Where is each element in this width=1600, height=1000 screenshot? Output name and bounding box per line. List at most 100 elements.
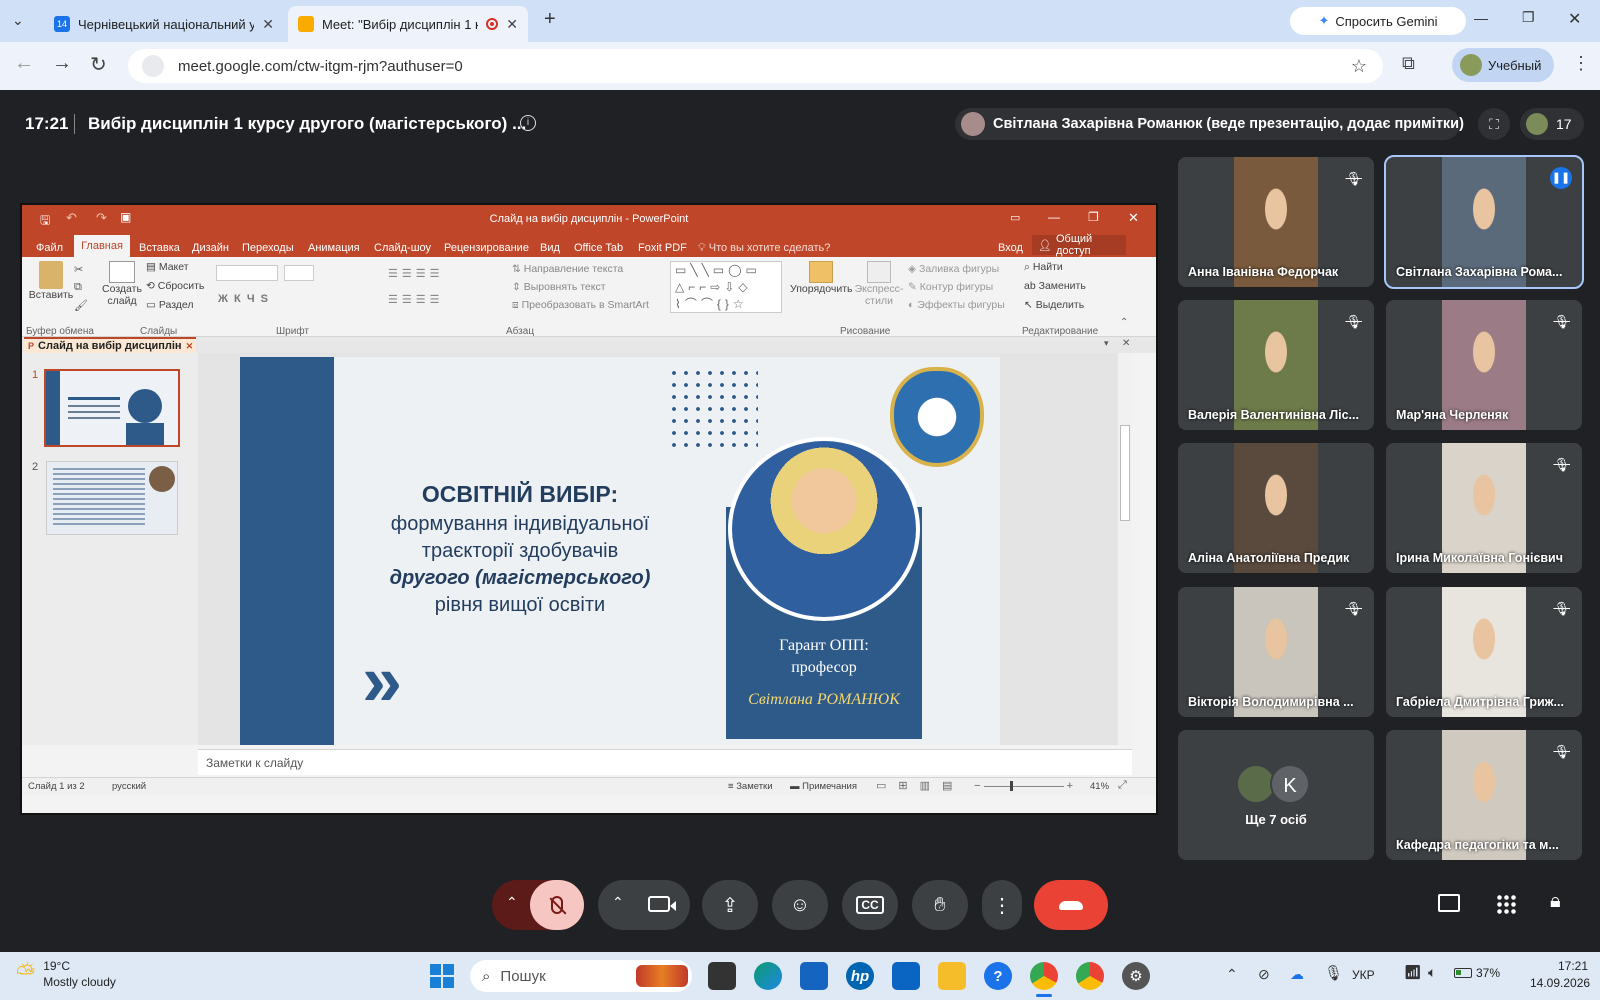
participant-tile[interactable]: 🎙︎ Ірина Миколаївна Гонієвич	[1386, 443, 1582, 573]
participants-button[interactable]: 17	[1520, 108, 1584, 140]
chat-icon[interactable]	[1438, 894, 1460, 912]
paragraph-list-icons[interactable]: ☰☰☰☰	[388, 267, 443, 280]
tray-onedrive-icon[interactable]: ☁︎	[1290, 966, 1304, 983]
ribbon-tab-insert[interactable]: Вставка	[139, 242, 180, 254]
clock[interactable]: 17:21 14.09.2026	[1530, 958, 1590, 992]
tell-me-search[interactable]: 💡︎ Что вы хотите сделать?	[698, 242, 830, 255]
start-button[interactable]	[430, 964, 454, 988]
profile-button[interactable]: Учебный	[1452, 48, 1554, 82]
comments-toggle[interactable]: ▬ Примечания	[790, 781, 857, 792]
tab-list-icon[interactable]: ▾	[1104, 338, 1109, 349]
settings-gear-icon[interactable]: ⚙	[1122, 962, 1150, 990]
tray-chevron-icon[interactable]: ⌃	[1226, 966, 1238, 983]
leave-call-button[interactable]	[1034, 880, 1108, 930]
taskbar-search[interactable]: ⌕ Пошук	[470, 960, 692, 992]
tray-wifi-icon[interactable]: 📶︎	[1404, 964, 1422, 981]
participant-tile[interactable]: 🎙︎ Кафедра педагогіки та м...	[1386, 730, 1582, 860]
tray-volume-icon[interactable]: 🔈︎	[1428, 964, 1436, 981]
ribbon-display-icon[interactable]: ▭	[1010, 211, 1020, 224]
mic-muted-button[interactable]	[530, 880, 584, 930]
captions-button[interactable]: CC	[842, 880, 898, 930]
participant-tile[interactable]: 🎙︎ Валерія Валентинівна Ліс...	[1178, 300, 1374, 430]
font-size-box[interactable]	[284, 265, 314, 281]
arrange-button[interactable]: Упорядочить	[790, 261, 852, 295]
find-button[interactable]: ⌕ Найти	[1024, 261, 1063, 274]
copy-icon[interactable]: ⧉	[74, 281, 82, 294]
close-tab-icon[interactable]: ✕	[262, 16, 274, 33]
ribbon-tab-officetab[interactable]: Office Tab	[574, 242, 623, 254]
host-controls-icon[interactable]: 🔒︎	[1550, 890, 1561, 913]
replace-button[interactable]: ab Заменить	[1024, 280, 1086, 292]
ribbon-tab-foxit[interactable]: Foxit PDF	[638, 242, 687, 254]
smartart-button[interactable]: ⧈ Преобразовать в SmartArt	[512, 299, 649, 312]
ribbon-tab-file[interactable]: Файл	[36, 242, 63, 254]
meeting-info-icon[interactable]: i	[520, 115, 536, 131]
bookmark-star-icon[interactable]: ☆	[1351, 56, 1367, 77]
signin-link[interactable]: Вход	[998, 242, 1023, 254]
align-text-button[interactable]: ⇕ Выровнять текст	[512, 281, 606, 293]
shape-effects-button[interactable]: ◐ Эффекты фигуры	[908, 299, 1005, 311]
task-view-icon[interactable]	[708, 962, 736, 990]
zoom-in-icon[interactable]: +	[1067, 780, 1073, 792]
close-window-button[interactable]: ✕	[1568, 9, 1581, 29]
tray-lang[interactable]: УКР	[1352, 968, 1375, 982]
doc-tab[interactable]: P Слайд на вибір дисциплін ✕	[24, 337, 196, 353]
language-status[interactable]: русский	[112, 781, 146, 792]
fit-slide-icon[interactable]: ⤢	[1118, 779, 1127, 792]
shape-outline-button[interactable]: ✎ Контур фигуры	[908, 281, 993, 293]
hide-self-icon[interactable]: ⛶	[1478, 108, 1510, 140]
more-options-button[interactable]: ⋮	[982, 880, 1022, 930]
shapes-gallery[interactable]: ▭╲╲▭◯▭ △⌐⌐⇨⇩◇ ⌇⌒⌒{}☆	[670, 261, 782, 313]
ribbon-tab-view[interactable]: Вид	[540, 242, 560, 254]
ribbon-tab-design[interactable]: Дизайн	[192, 242, 229, 254]
notes-pane[interactable]: Заметки к слайду	[198, 749, 1132, 775]
address-bar[interactable]: meet.google.com/ctw-itgm-rjm?authuser=0 …	[128, 49, 1383, 83]
zoom-out-icon[interactable]: −	[974, 780, 980, 792]
new-slide-button[interactable]: Создать слайд	[102, 261, 142, 307]
weather-widget[interactable]: ⛅︎ 19°C Mostly cloudy	[16, 958, 116, 990]
browser-tab-meet[interactable]: Meet: "Вибір дисциплін 1 к ✕	[288, 6, 528, 42]
ppt-close-button[interactable]: ✕	[1128, 210, 1139, 226]
font-format-icons[interactable]: ЖКЧS	[218, 293, 274, 305]
tab-search-button[interactable]: ⌄	[12, 12, 24, 29]
presenter-chip[interactable]: Світлана Захарівна Романюк (веде презент…	[955, 108, 1464, 140]
participant-tile[interactable]: 🎙︎ Мар'яна Черленяк	[1386, 300, 1582, 430]
vertical-scrollbar[interactable]	[1118, 353, 1132, 745]
share-button[interactable]: 👤︎ Общий доступ	[1032, 233, 1126, 257]
reset-button[interactable]: ⟲ Сбросить	[146, 280, 204, 292]
mic-options-button[interactable]: ⌃	[506, 894, 518, 911]
raise-hand-button[interactable]: ✋︎	[912, 880, 968, 930]
help-icon[interactable]: ?	[984, 962, 1012, 990]
extensions-icon[interactable]: ⧉	[1402, 53, 1415, 74]
gemini-button[interactable]: ✦ Спросить Gemini	[1290, 7, 1466, 35]
zoom-thumb[interactable]	[1009, 780, 1013, 791]
camera-options-button[interactable]: ⌃	[612, 894, 624, 911]
shape-fill-button[interactable]: ◈ Заливка фигуры	[908, 263, 999, 275]
ribbon-tab-animation[interactable]: Анимация	[308, 242, 360, 254]
participant-tile[interactable]: Аліна Анатоліївна Предик	[1178, 443, 1374, 573]
section-button[interactable]: ▭ Раздел	[146, 299, 194, 311]
activities-icon[interactable]	[1496, 894, 1516, 914]
slide-thumbnail-1[interactable]	[44, 369, 180, 447]
view-buttons[interactable]: ▭⊞▥▤	[876, 779, 964, 792]
paste-button[interactable]: Вставить	[28, 261, 74, 301]
close-doc-tab-icon[interactable]: ✕	[186, 341, 194, 352]
close-all-icon[interactable]: ✕	[1122, 338, 1130, 349]
chrome-icon[interactable]	[1076, 962, 1104, 990]
slide-thumbnail-2[interactable]	[46, 461, 178, 535]
ppt-minimize-button[interactable]: —	[1048, 210, 1060, 224]
menu-kebab-icon[interactable]: ⋮	[1572, 53, 1590, 74]
participant-tile[interactable]: 🎙︎ Вікторія Володимирівна ...	[1178, 587, 1374, 717]
edge-icon[interactable]	[754, 962, 782, 990]
notes-toggle[interactable]: ≡ Заметки	[728, 781, 773, 792]
hp-icon[interactable]: hp	[846, 962, 874, 990]
camera-button[interactable]	[648, 896, 676, 912]
restore-button[interactable]: ❐	[1522, 9, 1535, 26]
tray-network-off-icon[interactable]: ⊘	[1258, 966, 1270, 983]
forward-icon[interactable]: →	[52, 52, 72, 75]
ribbon-tab-review[interactable]: Рецензирование	[444, 242, 529, 254]
chrome-active-icon[interactable]	[1030, 962, 1058, 990]
select-button[interactable]: ↖ Выделить	[1024, 299, 1084, 311]
ribbon-tab-transitions[interactable]: Переходы	[242, 242, 294, 254]
reload-icon[interactable]: ↻	[90, 52, 107, 77]
